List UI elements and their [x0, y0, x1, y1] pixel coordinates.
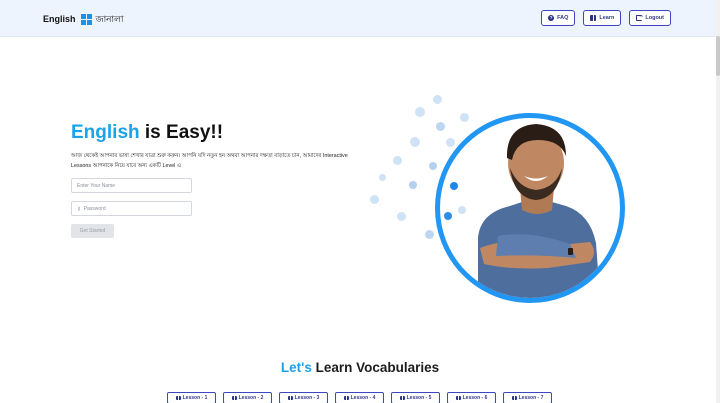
hero-title-rest: is Easy!!: [139, 122, 224, 143]
person-illustration: [444, 124, 600, 298]
scrollbar-thumb[interactable]: [716, 36, 720, 76]
brand-text-bangla: জানালা: [95, 13, 124, 24]
lesson-button-7[interactable]: Lesson - 7: [503, 392, 552, 403]
question-icon: ?: [548, 15, 555, 21]
get-started-label: Get Started: [79, 228, 106, 234]
lesson-label: Lesson - 7: [518, 395, 544, 401]
brand-logo[interactable]: English জানালা: [43, 11, 123, 27]
faq-button[interactable]: ? FAQ: [541, 10, 576, 26]
lesson-button-5[interactable]: Lesson - 5: [391, 392, 440, 403]
learn-label: Learn: [599, 15, 615, 21]
hero-title: English is Easy!!: [71, 122, 223, 144]
lesson-list: Lesson - 1 Lesson - 2 Lesson - 3 Lesson …: [167, 392, 552, 403]
learn-button[interactable]: Learn: [583, 10, 622, 26]
lesson-label: Lesson - 1: [182, 395, 208, 401]
lesson-label: Lesson - 5: [406, 395, 432, 401]
lesson-label: Lesson - 6: [462, 395, 488, 401]
book-icon: [287, 396, 293, 400]
password-input[interactable]: ⚷ Password: [71, 201, 192, 216]
lesson-button-1[interactable]: Lesson - 1: [167, 392, 216, 403]
name-placeholder: Enter Your Name: [77, 182, 116, 189]
hero-image: [435, 113, 625, 303]
logout-icon: [636, 13, 644, 21]
vocab-section-title: Let's Learn Vocabularies: [0, 360, 720, 375]
vocab-title-accent: Let's: [280, 360, 312, 375]
key-icon: ⚷: [77, 205, 81, 212]
hero-description: আজ থেকেই আপনার ভাষা শেখার যাত্রা শুরু কর…: [71, 153, 348, 169]
lesson-label: Lesson - 2: [238, 395, 264, 401]
lesson-button-6[interactable]: Lesson - 6: [447, 392, 496, 403]
lesson-label: Lesson - 3: [294, 395, 320, 401]
windows-logo-icon: [80, 13, 92, 25]
lesson-button-4[interactable]: Lesson - 4: [335, 392, 384, 403]
vocab-title-rest: Learn Vocabularies: [311, 360, 440, 375]
get-started-button[interactable]: Get Started: [71, 224, 114, 238]
password-placeholder: Password: [83, 205, 106, 212]
brand-text-english: English: [43, 14, 76, 24]
book-icon: [590, 15, 597, 21]
faq-label: FAQ: [557, 15, 569, 21]
book-icon: [399, 396, 405, 400]
page-scrollbar[interactable]: [716, 0, 720, 403]
book-icon: [455, 396, 461, 400]
book-icon: [231, 396, 237, 400]
lesson-label: Lesson - 4: [350, 395, 376, 401]
navbar: English জানালা ? FAQ Learn Logout: [0, 0, 720, 37]
hero-title-accent: English: [71, 122, 140, 143]
book-icon: [343, 396, 349, 400]
name-input[interactable]: Enter Your Name: [71, 178, 192, 193]
book-icon: [175, 396, 181, 400]
logout-button[interactable]: Logout: [629, 10, 671, 26]
book-icon: [511, 396, 517, 400]
lesson-button-2[interactable]: Lesson - 2: [223, 392, 272, 403]
logout-label: Logout: [645, 15, 664, 21]
nav-buttons: ? FAQ Learn Logout: [541, 10, 671, 26]
lesson-button-3[interactable]: Lesson - 3: [279, 392, 328, 403]
